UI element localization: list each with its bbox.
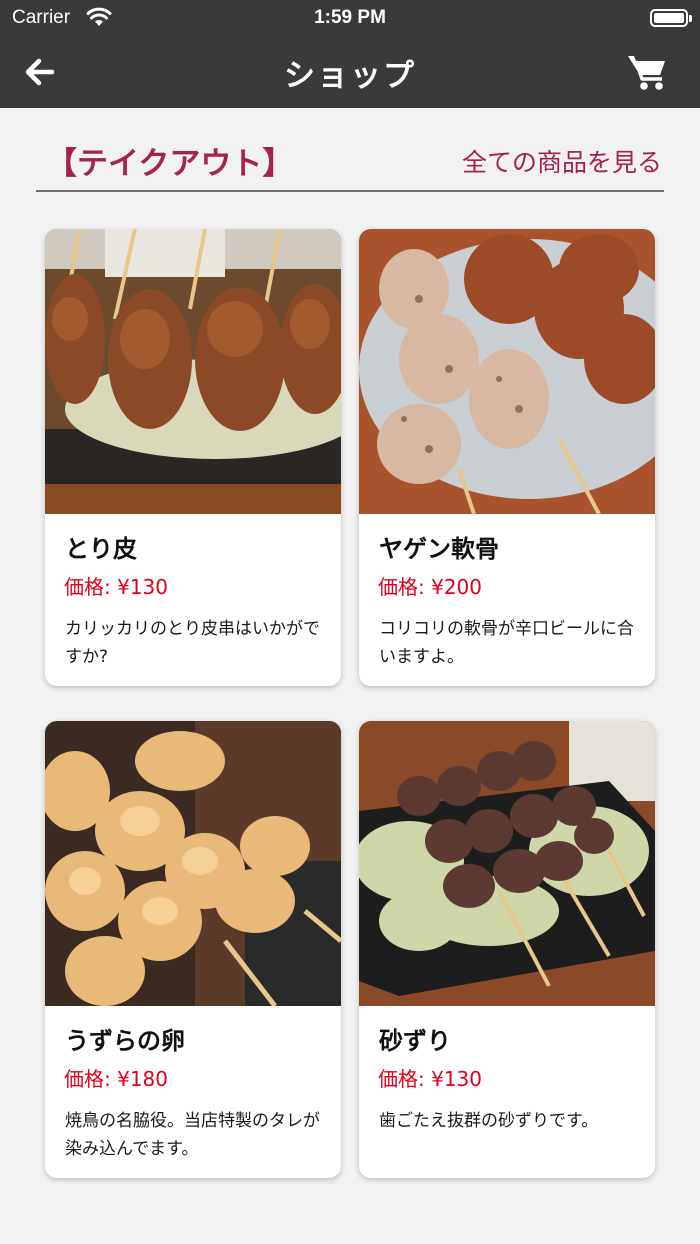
cart-button[interactable] — [626, 52, 668, 92]
product-description: コリコリの軟骨が辛口ビールに合いますよ。 — [379, 619, 634, 667]
product-card[interactable]: ヤゲン軟骨 価格: ¥200 コリコリの軟骨が辛口ビールに合いますよ。 — [359, 229, 655, 686]
navigation-bar: Carrier 1:59 PM ショップ — [0, 0, 700, 108]
product-card[interactable]: とり皮 価格: ¥130 カリッカリのとり皮串はいかがですか? — [45, 229, 341, 686]
section-divider — [36, 190, 664, 192]
product-image-yagen-nankotsu — [359, 229, 655, 514]
product-image-uzura-tamago — [45, 721, 341, 1006]
product-name: とり皮 — [65, 535, 137, 563]
product-price: 価格: ¥130 — [378, 1067, 482, 1091]
product-description: 歯ごたえ抜群の砂ずりです。 — [379, 1111, 599, 1131]
product-price: 価格: ¥130 — [64, 575, 168, 599]
product-name: うずらの卵 — [65, 1027, 185, 1055]
status-bar: Carrier 1:59 PM — [0, 0, 700, 36]
page-title: ショップ — [284, 58, 416, 94]
product-image-tori-kawa — [45, 229, 341, 514]
product-description: 焼鳥の名脇役。当店特製のタレが染み込んでます。 — [65, 1111, 320, 1159]
product-price: 価格: ¥180 — [64, 1067, 168, 1091]
cart-icon — [628, 56, 665, 90]
section-title: 【テイクアウト】 — [46, 146, 294, 182]
status-time: 1:59 PM — [314, 7, 386, 28]
see-all-products-link[interactable]: 全ての商品を見る — [462, 143, 662, 179]
product-card[interactable]: うずらの卵 価格: ¥180 焼鳥の名脇役。当店特製のタレが染み込んでます。 — [45, 721, 341, 1178]
product-image-sunazuri — [359, 721, 655, 1006]
product-card[interactable]: 砂ずり 価格: ¥130 歯ごたえ抜群の砂ずりです。 — [359, 721, 655, 1178]
battery-icon — [650, 9, 692, 27]
product-price: 価格: ¥200 — [378, 575, 482, 599]
product-description: カリッカリのとり皮串はいかがですか? — [65, 619, 320, 667]
product-name: ヤゲン軟骨 — [379, 535, 499, 563]
product-name: 砂ずり — [379, 1027, 451, 1055]
